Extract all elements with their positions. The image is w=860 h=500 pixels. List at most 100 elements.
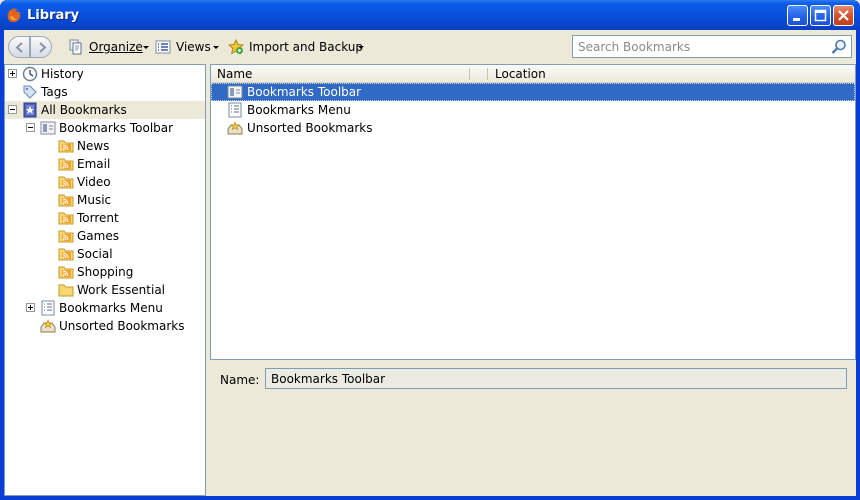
- tree-item-feed-folder[interactable]: Torrent: [5, 209, 205, 227]
- bookmarks-menu-icon: [41, 300, 55, 316]
- bookmarks-menu-icon: [228, 102, 242, 118]
- tree-item-feed-folder[interactable]: Shopping: [5, 263, 205, 281]
- tree-label: News: [77, 139, 110, 153]
- tree-label: All Bookmarks: [41, 103, 127, 117]
- maximize-button[interactable]: [810, 5, 831, 26]
- close-icon: [838, 10, 849, 21]
- search-field[interactable]: Search Bookmarks: [572, 35, 852, 58]
- row-name: Bookmarks Toolbar: [247, 85, 362, 99]
- tree-item-history[interactable]: History: [5, 65, 205, 83]
- bookmarks-toolbar-icon: [227, 85, 243, 99]
- tree-label: History: [41, 67, 84, 81]
- close-button[interactable]: [833, 5, 854, 26]
- tree-item-all-bookmarks[interactable]: All Bookmarks: [5, 101, 205, 119]
- list-row[interactable]: Bookmarks Toolbar: [211, 83, 855, 101]
- minimize-icon: [793, 18, 800, 21]
- library-window: Library Organize Views Import and Backup…: [0, 0, 860, 500]
- tree-label: Social: [77, 247, 113, 261]
- details-pane: Name: Bookmarks Toolbar: [210, 360, 856, 496]
- tree-item-feed-folder[interactable]: News: [5, 137, 205, 155]
- forward-arrow-icon: [39, 42, 47, 53]
- unsorted-bookmarks-icon: [227, 121, 243, 135]
- window-title: Library: [27, 8, 80, 23]
- unsorted-bookmarks-icon: [40, 319, 56, 333]
- column-separator[interactable]: [487, 68, 488, 80]
- tree-label: Unsorted Bookmarks: [59, 319, 185, 333]
- client-area: Organize Views Import and Backup Search …: [4, 30, 856, 496]
- tree-item-unsorted-bookmarks[interactable]: Unsorted Bookmarks: [5, 317, 205, 335]
- import-backup-menu[interactable]: Import and Backup: [228, 39, 368, 57]
- expand-toggle[interactable]: [8, 69, 17, 78]
- list-row[interactable]: Bookmarks Menu: [211, 101, 855, 119]
- live-feed-folder-icon: [58, 176, 74, 189]
- list-row[interactable]: Unsorted Bookmarks: [211, 119, 855, 137]
- clock-icon: [22, 66, 38, 82]
- bookmarks-toolbar-icon: [40, 121, 56, 135]
- tree-label: Tags: [41, 85, 68, 99]
- column-location-header[interactable]: Location: [495, 67, 546, 81]
- maximize-icon: [814, 9, 827, 22]
- tree-label: Games: [77, 229, 119, 243]
- collapse-toggle[interactable]: [26, 123, 35, 132]
- expand-toggle[interactable]: [26, 303, 35, 312]
- dropdown-arrow-icon: [143, 46, 149, 49]
- tree-label: Video: [77, 175, 111, 189]
- row-name: Bookmarks Menu: [247, 103, 351, 117]
- tree-item-feed-folder[interactable]: Email: [5, 155, 205, 173]
- tag-icon: [23, 85, 37, 99]
- name-field-value: Bookmarks Toolbar: [271, 372, 386, 386]
- name-field[interactable]: Bookmarks Toolbar: [265, 368, 847, 389]
- tree-label: Bookmarks Toolbar: [59, 121, 174, 135]
- tree-item-bookmarks-toolbar[interactable]: Bookmarks Toolbar: [5, 119, 205, 137]
- organize-icon: [69, 39, 82, 55]
- views-icon: [155, 40, 171, 54]
- dropdown-arrow-icon: [213, 46, 219, 49]
- bookmarks-library-icon: [23, 102, 37, 118]
- column-header: Name Location: [211, 65, 855, 83]
- firefox-icon: [7, 8, 21, 22]
- folder-tree[interactable]: History Tags All Bookmarks Bookmarks Too…: [4, 64, 206, 496]
- import-backup-label: Import and Backup: [249, 40, 364, 54]
- tree-item-tags[interactable]: Tags: [5, 83, 205, 101]
- forward-button[interactable]: [30, 36, 52, 58]
- column-name-header[interactable]: Name: [217, 67, 252, 81]
- organize-label: Organize: [89, 40, 143, 54]
- tree-label: Work Essential: [77, 283, 166, 297]
- live-feed-folder-icon: [58, 248, 74, 261]
- tree-item-feed-folder[interactable]: Games: [5, 227, 205, 245]
- tree-item-bookmarks-menu[interactable]: Bookmarks Menu: [5, 299, 205, 317]
- column-separator[interactable]: [469, 68, 470, 80]
- bookmark-list[interactable]: Name Location Bookmarks Toolbar Bookmark…: [210, 64, 856, 360]
- views-label: Views: [176, 40, 211, 54]
- tree-label: Music: [77, 193, 112, 207]
- tree-item-feed-folder[interactable]: Work Essential: [5, 281, 205, 299]
- tree-label: Shopping: [77, 265, 134, 279]
- title-bar[interactable]: Library: [0, 0, 860, 30]
- tree-item-feed-folder[interactable]: Video: [5, 173, 205, 191]
- minimize-button[interactable]: [787, 5, 808, 26]
- row-name: Unsorted Bookmarks: [247, 121, 373, 135]
- back-button[interactable]: [8, 36, 30, 58]
- dropdown-arrow-icon: [358, 46, 364, 49]
- live-feed-folder-icon: [58, 212, 74, 225]
- tree-item-feed-folder[interactable]: Music: [5, 191, 205, 209]
- search-placeholder: Search Bookmarks: [578, 40, 691, 54]
- tree-item-feed-folder[interactable]: Social: [5, 245, 205, 263]
- search-icon[interactable]: [830, 38, 848, 56]
- organize-menu[interactable]: Organize: [68, 39, 149, 57]
- live-feed-folder-icon: [58, 266, 74, 279]
- tree-label: Bookmarks Menu: [59, 301, 163, 315]
- collapse-toggle[interactable]: [8, 105, 17, 114]
- live-feed-folder-icon: [58, 140, 74, 153]
- toolbar: Organize Views Import and Backup Search …: [4, 30, 856, 64]
- name-field-label: Name:: [220, 373, 260, 387]
- tree-label: Email: [77, 157, 111, 171]
- back-arrow-icon: [15, 42, 23, 53]
- import-star-icon: [228, 39, 244, 55]
- views-menu[interactable]: Views: [155, 39, 221, 57]
- live-feed-folder-icon: [58, 230, 74, 243]
- tree-label: Torrent: [77, 211, 119, 225]
- folder-icon: [58, 284, 74, 297]
- live-feed-folder-icon: [58, 194, 74, 207]
- live-feed-folder-icon: [58, 158, 74, 171]
